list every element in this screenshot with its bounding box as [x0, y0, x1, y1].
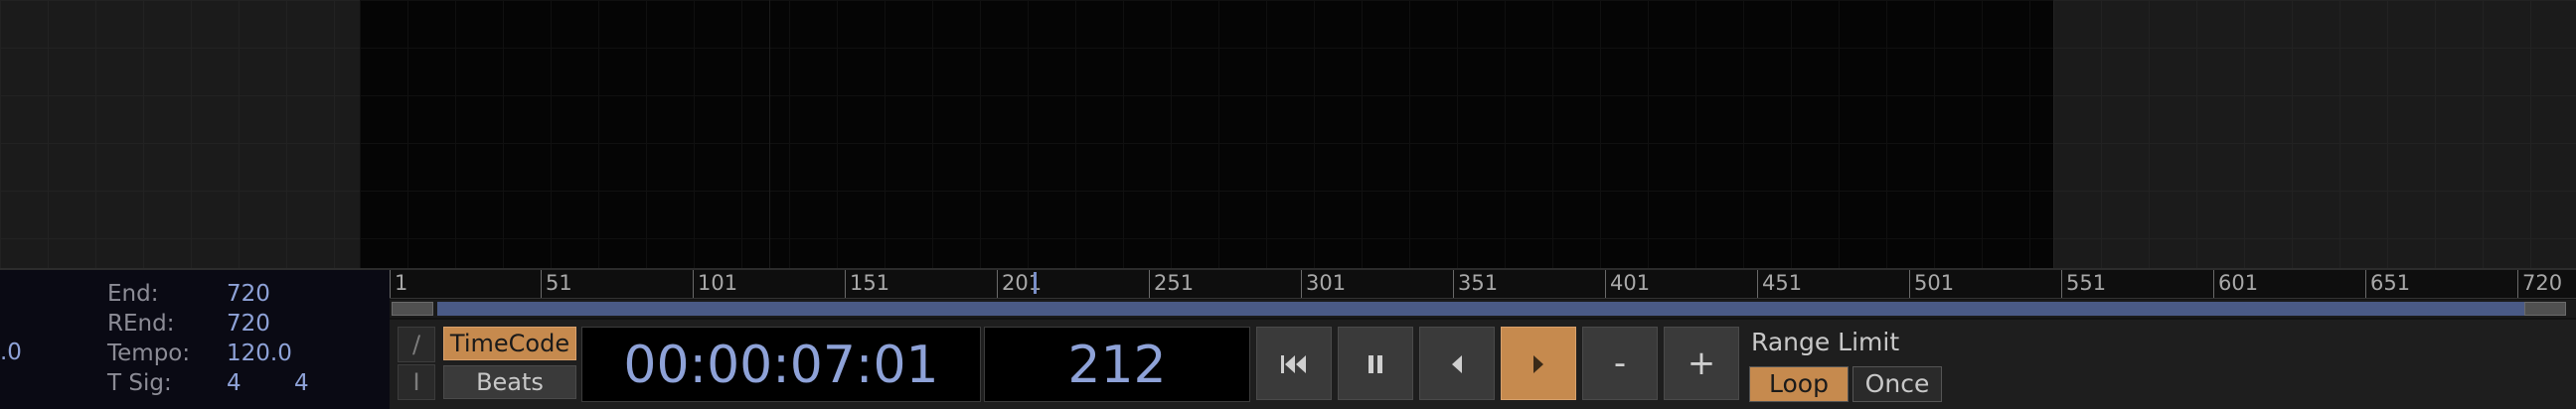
ruler-tick: 720 — [2517, 270, 2562, 298]
tempo-label: Tempo: — [107, 341, 191, 366]
pause-icon — [1368, 354, 1382, 373]
tsig-numerator[interactable]: 4 — [227, 370, 242, 396]
network-pane-main[interactable] — [360, 0, 2053, 268]
ruler-tick: 501 — [1909, 270, 1954, 298]
tsig-label: T Sig: — [107, 370, 172, 396]
ruler-tick: 101 — [693, 270, 737, 298]
pause-button[interactable] — [1338, 327, 1413, 400]
skip-to-start-icon — [1281, 354, 1306, 373]
rend-value[interactable]: 720 — [227, 311, 270, 337]
ruler-tick: 401 — [1605, 270, 1650, 298]
rend-label: REnd: — [107, 311, 175, 337]
loop-toggle[interactable]: Loop — [1749, 366, 1849, 402]
ruler-tick: 551 — [2061, 270, 2106, 298]
step-back-icon — [1452, 354, 1462, 373]
ruler-tick: 301 — [1301, 270, 1346, 298]
timeline-info-panel: .0 End: 720 REnd: 720 Tempo: 120.0 T Sig… — [0, 270, 390, 409]
slash-toggle[interactable]: / — [398, 327, 435, 362]
step-plus-button[interactable]: + — [1664, 327, 1739, 400]
ruler-tick: 351 — [1453, 270, 1498, 298]
tsig-denominator[interactable]: 4 — [294, 370, 309, 396]
network-pane-right — [2053, 0, 2576, 268]
scroll-start-handle[interactable] — [392, 302, 433, 316]
once-toggle[interactable]: Once — [1852, 366, 1942, 402]
timecode-display[interactable]: 00:00:07:01 — [581, 327, 981, 402]
ruler-tick: 451 — [1757, 270, 1802, 298]
ruler-tick: 51 — [541, 270, 572, 298]
network-pane-left — [0, 0, 360, 268]
tempo-value[interactable]: 120.0 — [227, 341, 292, 366]
cutoff-value: .0 — [0, 340, 22, 365]
range-limit-label: Range Limit — [1751, 328, 1900, 356]
ruler-tick: 151 — [845, 270, 889, 298]
skip-to-start-button[interactable] — [1256, 327, 1332, 400]
scroll-end-handle[interactable] — [2524, 302, 2566, 316]
timeline-scroll-thumb[interactable] — [437, 302, 2524, 316]
ruler-tick: 651 — [2365, 270, 2410, 298]
ruler-tick: 251 — [1149, 270, 1194, 298]
timeline-ruler[interactable]: 1 51 101 151 201 251 301 351 401 451 501… — [390, 270, 2576, 299]
frame-display[interactable]: 212 — [984, 327, 1250, 402]
step-back-button[interactable] — [1419, 327, 1495, 400]
beats-toggle[interactable]: Beats — [443, 365, 576, 399]
step-minus-button[interactable]: - — [1582, 327, 1658, 400]
play-button[interactable] — [1501, 327, 1576, 400]
timecode-toggle[interactable]: TimeCode — [443, 327, 576, 360]
ibeam-toggle[interactable]: I — [398, 364, 435, 400]
play-icon — [1533, 354, 1543, 373]
ruler-tick: 601 — [2213, 270, 2258, 298]
end-label: End: — [107, 281, 159, 307]
playhead-marker[interactable] — [1034, 272, 1037, 294]
end-value[interactable]: 720 — [227, 281, 270, 307]
ruler-tick: 1 — [390, 270, 407, 298]
